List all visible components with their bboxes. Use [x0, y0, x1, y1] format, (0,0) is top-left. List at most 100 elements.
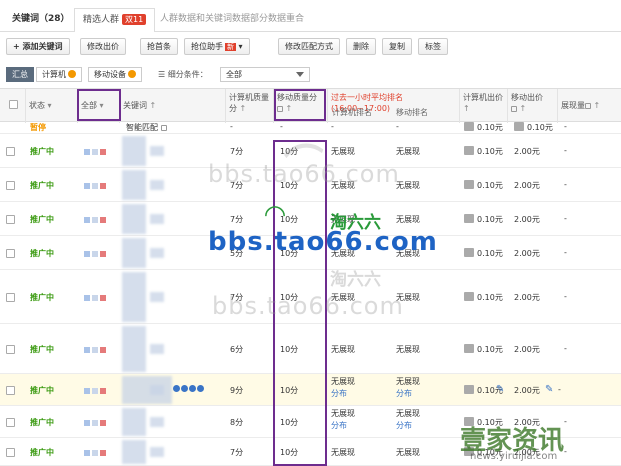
row-pc-bid[interactable]: 0.10元: [464, 180, 503, 191]
row-mobile-bid[interactable]: 2.00元: [514, 385, 540, 396]
tab-selected-crowd-label: 精选人群: [83, 15, 120, 25]
chart-icon[interactable]: [189, 385, 196, 392]
row-impressions: -: [564, 447, 567, 456]
rank-helper-button[interactable]: 抢位助手新 ▾: [184, 38, 250, 55]
row-pc-bid[interactable]: 0.10元: [464, 214, 503, 225]
price-icon: [464, 122, 474, 131]
delete-icon[interactable]: [197, 385, 204, 392]
header-pc-bid-label: 计算机出价: [463, 93, 503, 102]
row-pc-rank: 无展现: [331, 215, 355, 224]
table-row[interactable]: 暂停 智能匹配 - - - - 0.10元 0.10元 -: [0, 120, 621, 134]
row-checkbox[interactable]: [6, 147, 15, 156]
row-pc-bid[interactable]: 0.10元: [464, 344, 503, 355]
header-keyword[interactable]: 关键词 ↑: [120, 89, 226, 123]
modify-price-button[interactable]: 修改出价: [80, 38, 126, 55]
row-checkbox[interactable]: [6, 386, 15, 395]
price-icon: [464, 385, 474, 394]
row-pc-bid[interactable]: 0.10元: [464, 417, 503, 428]
header-pc-quality[interactable]: 计算机质量分 ↑: [226, 89, 274, 123]
select-all-checkbox[interactable]: [9, 100, 18, 109]
row-mobile-bid[interactable]: 2.00元: [514, 447, 540, 458]
delete-button[interactable]: 删除: [346, 38, 376, 55]
row-pc-bid[interactable]: 0.10元: [464, 248, 503, 259]
row-checkbox[interactable]: [6, 249, 15, 258]
row-status: 暂停: [30, 123, 46, 132]
sort-icon: ↑: [237, 104, 247, 113]
row-mobile-bid[interactable]: 2.00元: [514, 344, 540, 355]
row-keyword[interactable]: 智能匹配: [126, 122, 167, 133]
merge-note: 人群数据和关键词数据部分数据重合: [160, 14, 305, 24]
row-pc-bid[interactable]: 0.10元: [464, 146, 503, 157]
row-checkbox[interactable]: [6, 345, 15, 354]
sub-condition-select[interactable]: 全部: [220, 67, 310, 82]
row-checkbox[interactable]: [6, 293, 15, 302]
segment-computer[interactable]: 计算机: [36, 67, 82, 82]
row-mobile-bid-value: 2.00元: [514, 249, 540, 258]
edit-mobile-bid-icon[interactable]: ✎: [545, 384, 553, 395]
row-checkbox[interactable]: [6, 418, 15, 427]
row-mobile-bid[interactable]: 2.00元: [514, 146, 540, 157]
row-mobile-bid-value: 2.00元: [514, 386, 540, 395]
row-mobile-bid[interactable]: 2.00元: [514, 417, 540, 428]
tab-selected-crowd[interactable]: 精选人群 双11: [74, 8, 156, 32]
row-mobile-bid[interactable]: 2.00元: [514, 248, 540, 259]
blurred-keyword: [150, 248, 164, 258]
segment-summary[interactable]: 汇总: [6, 67, 34, 82]
row-mobile-rank: 无展现: [396, 293, 420, 302]
chevron-down-icon: ▾: [45, 101, 52, 110]
row-mobile-quality: -: [280, 122, 283, 131]
row-mobile-rank-distribution-link[interactable]: 分布: [396, 388, 412, 399]
blurred-keyword: [122, 326, 146, 372]
row-checkbox[interactable]: [6, 181, 15, 190]
row-pc-bid-value: 0.10元: [477, 418, 503, 427]
price-icon: [464, 214, 474, 223]
tab-keywords[interactable]: 关键词（28）: [4, 8, 78, 32]
copy-icon[interactable]: [181, 385, 188, 392]
filter-bar: 汇总 计算机 移动设备 ☰ 细分条件： 全部: [0, 64, 621, 84]
add-keyword-button[interactable]: + 添加关键词: [6, 38, 70, 55]
row-impressions: -: [564, 292, 567, 301]
sub-condition-value: 全部: [226, 70, 242, 79]
globe-icon[interactable]: [173, 385, 180, 392]
modify-match-button[interactable]: 修改匹配方式: [278, 38, 340, 55]
segment-mobile[interactable]: 移动设备: [88, 67, 142, 82]
header-impressions[interactable]: 展现量 ↑: [558, 89, 621, 123]
row-keyword-text: 智能匹配: [126, 123, 158, 132]
row-checkbox[interactable]: [6, 215, 15, 224]
row-pc-bid[interactable]: 0.10元: [464, 292, 503, 303]
grab-top-button[interactable]: 抢首条: [140, 38, 178, 55]
row-pc-rank-distribution-link[interactable]: 分布: [331, 420, 347, 431]
row-pc-rank: 无展现: [331, 181, 355, 190]
blurred-keyword: [122, 204, 146, 234]
row-mobile-bid-value: 2.00元: [514, 147, 540, 156]
new-badge: 新: [225, 43, 236, 51]
price-icon: [464, 417, 474, 426]
header-status[interactable]: 状态 ▾: [26, 89, 78, 123]
blurred-keyword: [150, 214, 164, 224]
header-mobile-bid-label: 移动出价: [511, 93, 543, 102]
row-mobile-bid-value: 2.00元: [514, 293, 540, 302]
row-checkbox[interactable]: [6, 448, 15, 457]
row-mobile-rank-distribution-link[interactable]: 分布: [396, 420, 412, 431]
sort-icon: ↑: [147, 101, 157, 110]
row-action-icons[interactable]: [173, 385, 205, 394]
row-pc-bid-value: 0.10元: [477, 448, 503, 457]
row-status: 推广中: [30, 147, 54, 156]
row-pc-rank: -: [331, 122, 334, 131]
copy-button[interactable]: 复制: [382, 38, 412, 55]
row-pc-rank-distribution-link[interactable]: 分布: [331, 388, 347, 399]
row-pc-bid[interactable]: 0.10元: [464, 447, 503, 458]
row-pc-quality: 7分: [230, 147, 244, 156]
segment-computer-label: 计算机: [42, 70, 66, 79]
edit-pc-bid-icon[interactable]: ✎: [496, 384, 504, 395]
row-pc-rank: 无展现: [331, 377, 355, 386]
row-mobile-bid[interactable]: 2.00元: [514, 214, 540, 225]
price-icon: [464, 344, 474, 353]
row-pc-bid[interactable]: 0.10元: [464, 122, 503, 133]
header-pc-bid[interactable]: 计算机出价 ↑: [460, 89, 508, 123]
header-mobile-bid[interactable]: 移动出价 ↑: [508, 89, 558, 123]
row-mobile-bid[interactable]: 2.00元: [514, 292, 540, 303]
tag-button[interactable]: 标签: [418, 38, 448, 55]
row-mobile-bid[interactable]: 2.00元: [514, 180, 540, 191]
row-mobile-bid[interactable]: 0.10元: [514, 122, 553, 133]
